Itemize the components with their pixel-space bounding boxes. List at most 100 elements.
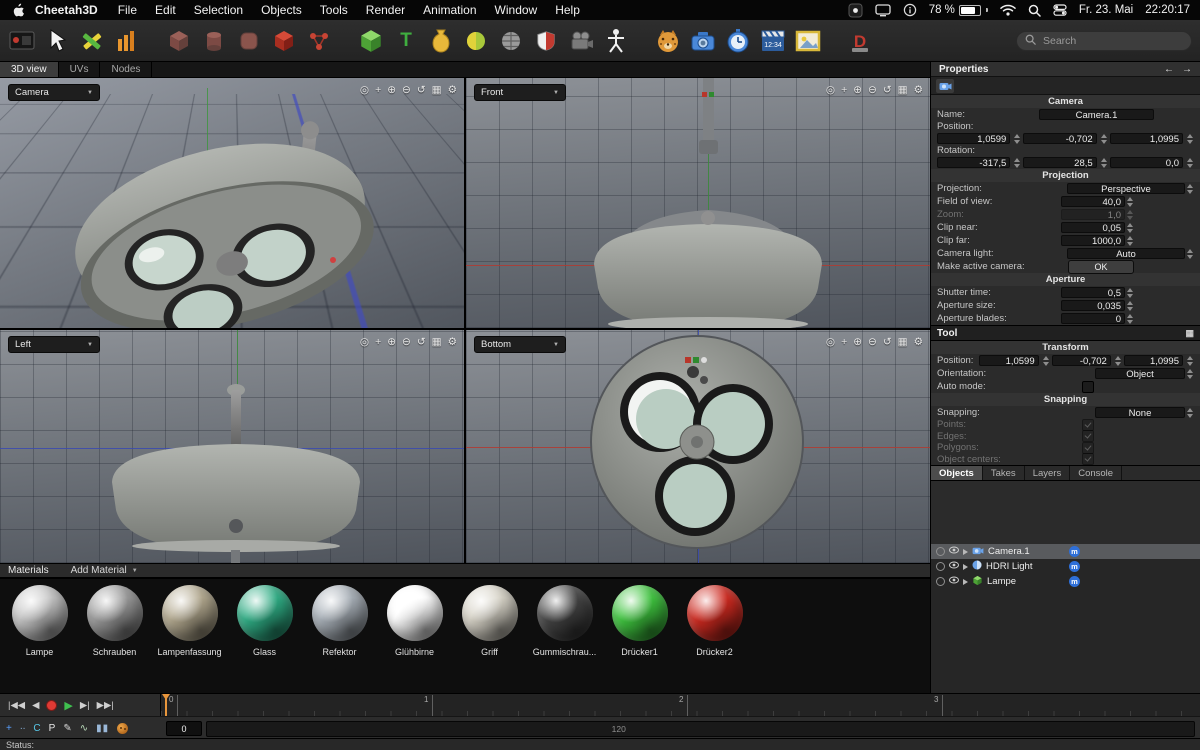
viewport-settings-icon[interactable]: ⚙	[914, 84, 923, 96]
material-item[interactable]: Griff	[452, 585, 527, 693]
disclosure-triangle-icon[interactable]	[963, 579, 968, 585]
pose-icon[interactable]: P	[49, 723, 56, 734]
camera-light-select[interactable]: Auto	[1067, 248, 1185, 259]
material-sphere[interactable]	[312, 585, 368, 641]
material-item[interactable]: Drücker1	[602, 585, 677, 693]
zoom-in-icon[interactable]: ⊕	[853, 336, 862, 348]
tab-3d-view[interactable]: 3D view	[0, 62, 59, 77]
material-item[interactable]: Glühbirne	[377, 585, 452, 693]
object-row-camera[interactable]: Camera.1 m	[931, 544, 1200, 559]
stepper-icon[interactable]	[1126, 300, 1134, 312]
select-chevrons-icon[interactable]	[1186, 407, 1194, 419]
add-cube-icon[interactable]	[357, 26, 385, 56]
material-badge[interactable]: m	[1069, 561, 1080, 572]
render-dot-icon[interactable]	[936, 547, 945, 556]
material-sphere[interactable]	[612, 585, 668, 641]
disclosure-triangle-icon[interactable]	[963, 549, 968, 555]
stepper-icon[interactable]	[1013, 157, 1021, 169]
material-item[interactable]: Gummischrau...	[527, 585, 602, 693]
stepper-icon[interactable]	[1126, 235, 1134, 247]
viewport-left-selector[interactable]: Left ▼	[8, 336, 100, 353]
camera-type-icon[interactable]	[936, 79, 954, 93]
quad-view-icon[interactable]: ▦	[898, 84, 908, 96]
auto-mode-checkbox[interactable]	[1082, 381, 1094, 393]
orbit-icon[interactable]: ↺	[417, 336, 426, 348]
apple-menu-icon[interactable]	[12, 3, 25, 17]
eye-icon[interactable]	[949, 576, 959, 587]
position-x-field[interactable]: 1,0599	[937, 133, 1010, 144]
character-skeleton-icon[interactable]	[602, 26, 630, 56]
zoom-out-icon[interactable]: ⊖	[402, 336, 411, 348]
playhead[interactable]	[165, 694, 167, 717]
material-sphere[interactable]	[87, 585, 143, 641]
menu-render[interactable]: Render	[366, 3, 405, 17]
wifi-icon[interactable]	[1000, 4, 1016, 16]
select-chevrons-icon[interactable]	[1186, 183, 1194, 195]
pan-icon[interactable]: +	[841, 336, 847, 348]
make-active-ok-button[interactable]: OK	[1068, 260, 1134, 274]
quad-view-icon[interactable]: ▦	[898, 336, 908, 348]
menu-help[interactable]: Help	[555, 3, 580, 17]
aperture-size-field[interactable]: 0,035	[1061, 300, 1125, 311]
snapping-select[interactable]: None	[1095, 407, 1185, 418]
battery-indicator[interactable]: 78 %	[929, 4, 988, 16]
menu-window[interactable]: Window	[495, 3, 538, 17]
skip-to-end-button[interactable]: ▶▶|	[97, 700, 114, 711]
zoom-out-icon[interactable]: ⊖	[868, 336, 877, 348]
polygons-checkbox[interactable]	[1082, 442, 1094, 454]
viewport-camera-selector[interactable]: Camera ▼	[8, 84, 100, 101]
pan-icon[interactable]: +	[375, 336, 381, 348]
material-item[interactable]: Glass	[227, 585, 302, 693]
object-row-hdri-light[interactable]: HDRI Light m	[931, 559, 1200, 574]
tab-takes[interactable]: Takes	[983, 466, 1025, 480]
zoom-in-icon[interactable]: ⊕	[853, 84, 862, 96]
select-chevrons-icon[interactable]	[1186, 368, 1194, 380]
rotation-z-field[interactable]: 0,0	[1110, 157, 1183, 168]
viewport-front[interactable]: Front ▼ ◎ + ⊕ ⊖ ↺ ▦ ⚙	[466, 78, 930, 328]
clip-near-field[interactable]: 0,05	[1061, 222, 1125, 233]
stepper-icon[interactable]	[1100, 133, 1108, 145]
material-sphere[interactable]	[237, 585, 293, 641]
material-item[interactable]: Refektor	[302, 585, 377, 693]
stepper-icon[interactable]	[1114, 355, 1122, 367]
clapperboard-icon[interactable]: 12:34	[759, 26, 787, 56]
lathe-vase-icon[interactable]	[427, 26, 455, 56]
stepper-icon[interactable]	[1126, 222, 1134, 234]
control-center-icon[interactable]	[1053, 4, 1067, 16]
orientation-select[interactable]: Object	[1095, 368, 1185, 379]
stepper-icon[interactable]	[1126, 196, 1134, 208]
voxel-sphere-icon[interactable]	[497, 26, 525, 56]
disclosure-triangle-icon[interactable]	[963, 564, 968, 570]
material-sphere[interactable]	[537, 585, 593, 641]
tab-objects[interactable]: Objects	[931, 466, 983, 480]
shield-icon[interactable]	[532, 26, 560, 56]
viewport-settings-icon[interactable]: ⚙	[914, 336, 923, 348]
stepper-icon[interactable]	[1186, 355, 1194, 367]
dynamics-tool-icon[interactable]: D	[846, 26, 874, 56]
pan-icon[interactable]: +	[841, 84, 847, 96]
stepper-icon[interactable]	[1100, 157, 1108, 169]
menu-tools[interactable]: Tools	[320, 3, 348, 17]
shortcuts-menu-icon[interactable]	[903, 3, 917, 17]
stepper-icon[interactable]	[1186, 157, 1194, 169]
zoom-out-icon[interactable]: ⊖	[868, 84, 877, 96]
play-button[interactable]: ▶	[64, 699, 72, 712]
tool-position-z-field[interactable]: 1,0995	[1124, 355, 1183, 366]
polygon-cylinder-tool-icon[interactable]	[200, 26, 228, 56]
solid-cube-tool-icon[interactable]	[270, 26, 298, 56]
shutter-field[interactable]: 0,5	[1061, 287, 1125, 298]
transform-keys-icon[interactable]: +	[6, 723, 12, 734]
fcurve-icon[interactable]: ∿	[80, 723, 88, 734]
menu-animation[interactable]: Animation	[423, 3, 476, 17]
spotlight-search-icon[interactable]	[1028, 4, 1041, 17]
pen-icon[interactable]: ✎	[63, 723, 71, 734]
rotation-x-field[interactable]: -317,5	[937, 157, 1010, 168]
material-badge[interactable]: m	[1069, 576, 1080, 587]
dope-sheet-icon[interactable]: ▮▮	[96, 723, 109, 734]
name-field[interactable]: Camera.1	[1039, 109, 1154, 120]
back-icon[interactable]: ←	[1164, 64, 1174, 75]
render-camera-icon[interactable]	[689, 26, 717, 56]
timeline-ruler[interactable]: 0 1 2 3	[160, 694, 1200, 717]
fov-field[interactable]: 40,0	[1061, 196, 1125, 207]
points-checkbox[interactable]	[1082, 419, 1094, 431]
